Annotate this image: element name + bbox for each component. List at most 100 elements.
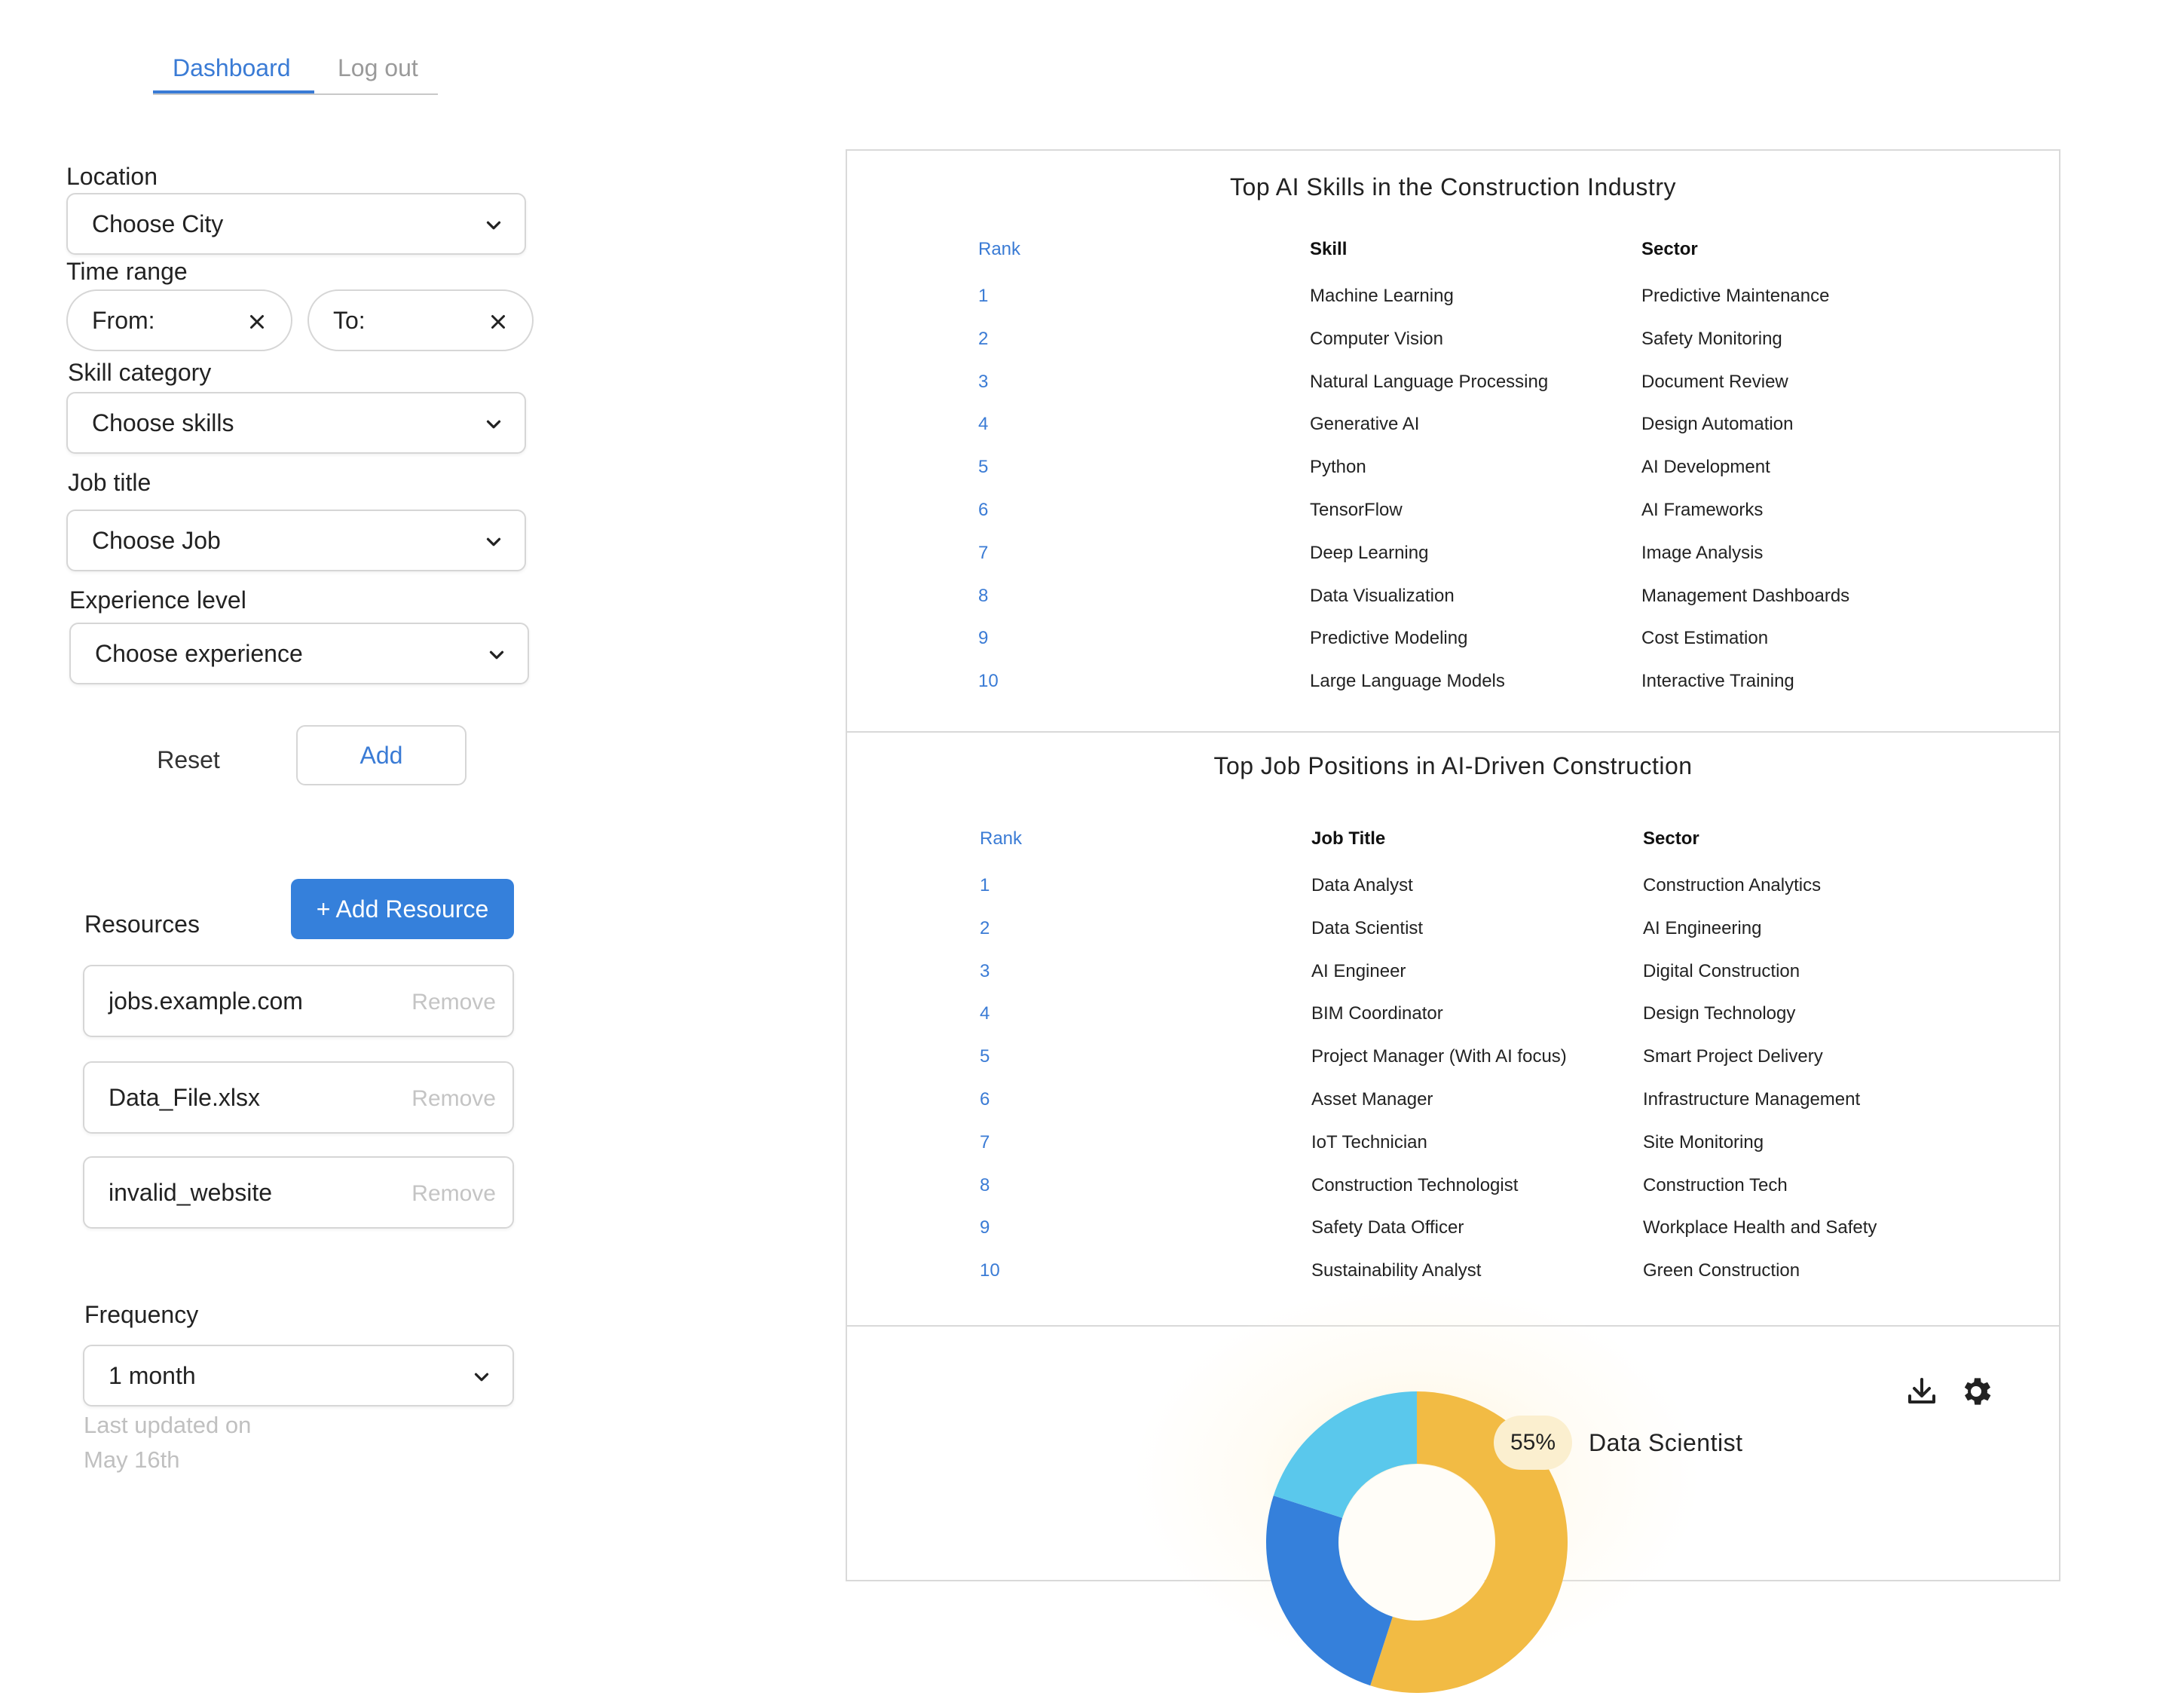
chart-highlight-label: 55% Data Scientist (1494, 1416, 1742, 1470)
skills-table-title: Top AI Skills in the Construction Indust… (1230, 173, 1676, 200)
rank-cell: 7 (980, 1131, 990, 1152)
experience-value: Choose experience (95, 639, 303, 667)
gear-icon[interactable] (1958, 1373, 1994, 1410)
chevron-down-icon (489, 650, 504, 660)
rank-cell: 3 (980, 960, 990, 981)
job-title-cell: Sustainability Analyst (1311, 1260, 1482, 1281)
sector-cell: Safety Monitoring (1641, 328, 1782, 349)
sector-cell: Green Construction (1643, 1260, 1800, 1281)
last-updated-line: Last updated on (84, 1412, 252, 1438)
job-title-label: Job title (68, 469, 151, 496)
sector-cell: Smart Project Delivery (1643, 1046, 1823, 1067)
resource-item[interactable]: invalid_website Remove (83, 1156, 514, 1229)
job-title-cell: Data Analyst (1311, 875, 1413, 895)
rank-cell: 6 (980, 1089, 990, 1110)
location-value: Choose City (92, 210, 224, 237)
column-header-sector[interactable]: Sector (1643, 828, 1699, 850)
column-header-sector[interactable]: Sector (1641, 238, 1698, 261)
highlight-percent: 55% (1494, 1416, 1573, 1470)
remove-resource-button[interactable]: Remove (411, 987, 496, 1018)
frequency-value: 1 month (109, 1361, 196, 1389)
chevron-down-icon (486, 221, 501, 230)
rank-cell: 8 (978, 585, 989, 606)
column-header-rank[interactable]: Rank (978, 238, 1020, 261)
skill-cell: TensorFlow (1310, 500, 1403, 520)
resources-label: Resources (84, 911, 200, 938)
highlight-name: Data Scientist (1589, 1428, 1743, 1456)
column-header-job-title[interactable]: Job Title (1311, 828, 1385, 850)
sector-cell: Workplace Health and Safety (1643, 1217, 1877, 1238)
rank-cell: 6 (978, 500, 989, 520)
resource-item[interactable]: jobs.example.com Remove (83, 965, 514, 1037)
location-label: Location (66, 163, 158, 190)
skill-cell: Predictive Modeling (1310, 628, 1468, 649)
column-header-skill[interactable]: Skill (1310, 238, 1347, 261)
to-label: To: (333, 306, 366, 334)
job-title-cell: Construction Technologist (1311, 1174, 1519, 1195)
sector-cell: Cost Estimation (1641, 628, 1769, 649)
from-label: From: (92, 306, 155, 334)
rank-cell: 2 (978, 328, 989, 349)
add-button[interactable]: Add (296, 725, 467, 785)
add-resource-button[interactable]: + Add Resource (291, 879, 514, 939)
rank-cell: 1 (978, 286, 989, 306)
skill-cell: Deep Learning (1310, 542, 1429, 563)
job-title-select[interactable]: Choose Job (66, 510, 526, 571)
section-divider (846, 731, 2060, 733)
chevron-down-icon (486, 420, 501, 429)
chevron-down-icon (474, 1373, 489, 1382)
sector-cell: Digital Construction (1643, 960, 1800, 981)
frequency-select[interactable]: 1 month (83, 1345, 514, 1406)
clear-to-icon[interactable] (487, 311, 509, 333)
last-updated-text: Last updated on May 16th (84, 1408, 251, 1477)
sector-cell: Design Automation (1641, 414, 1794, 435)
rank-cell: 7 (978, 542, 989, 563)
column-header-rank[interactable]: Rank (980, 828, 1022, 850)
skill-cell: Machine Learning (1310, 286, 1454, 306)
sector-cell: AI Frameworks (1641, 500, 1764, 520)
resource-item[interactable]: Data_File.xlsx Remove (83, 1061, 514, 1134)
rank-cell: 3 (978, 371, 989, 392)
from-date-input[interactable]: From: (66, 289, 292, 351)
resource-name: Data_File.xlsx (109, 1084, 260, 1111)
rank-cell: 10 (980, 1260, 1000, 1281)
donut-hole (1339, 1465, 1494, 1620)
skill-cell: Natural Language Processing (1310, 371, 1549, 392)
tab-dashboard[interactable]: Dashboard (173, 53, 291, 83)
experience-label: Experience level (69, 586, 246, 614)
remove-resource-button[interactable]: Remove (411, 1179, 496, 1209)
download-icon[interactable] (1904, 1373, 1940, 1410)
top-nav: Dashboard Log out (153, 48, 438, 95)
rank-cell: 5 (978, 457, 989, 478)
rank-cell: 9 (980, 1217, 990, 1238)
job-title-cell: Safety Data Officer (1311, 1217, 1464, 1238)
job-title-cell: AI Engineer (1311, 960, 1406, 981)
sector-cell: Infrastructure Management (1643, 1089, 1861, 1110)
sector-cell: Construction Analytics (1643, 875, 1822, 895)
skill-category-select[interactable]: Choose skills (66, 392, 526, 454)
reset-button[interactable]: Reset (151, 737, 226, 782)
active-tab-underline (153, 90, 314, 93)
experience-select[interactable]: Choose experience (69, 623, 529, 684)
skill-cell: Computer Vision (1310, 328, 1443, 349)
rank-cell: 2 (980, 917, 990, 938)
skill-cell: Data Visualization (1310, 585, 1455, 606)
rank-cell: 4 (978, 414, 989, 435)
time-range-label: Time range (66, 258, 188, 285)
to-date-input[interactable]: To: (307, 289, 534, 351)
resource-name: invalid_website (109, 1179, 273, 1206)
location-select[interactable]: Choose City (66, 193, 526, 255)
sector-cell: AI Engineering (1643, 917, 1762, 938)
tab-logout[interactable]: Log out (338, 53, 418, 83)
job-title-cell: Project Manager (With AI focus) (1311, 1046, 1567, 1067)
job-title-cell: Data Scientist (1311, 917, 1424, 938)
remove-resource-button[interactable]: Remove (411, 1084, 496, 1114)
rank-cell: 5 (980, 1046, 990, 1067)
clear-from-icon[interactable] (246, 311, 268, 333)
skill-cell: Python (1310, 457, 1366, 478)
job-title-cell: IoT Technician (1311, 1131, 1427, 1152)
rank-cell: 4 (980, 1003, 990, 1024)
chevron-down-icon (486, 537, 501, 546)
job-title-cell: BIM Coordinator (1311, 1003, 1443, 1024)
rank-cell: 10 (978, 671, 999, 692)
